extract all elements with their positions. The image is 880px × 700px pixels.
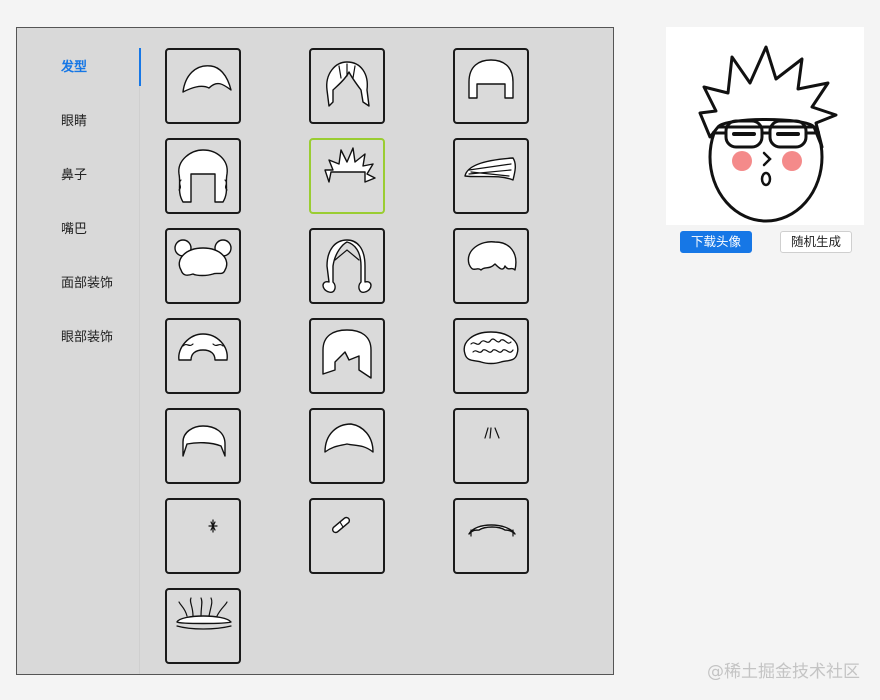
category-eyes[interactable]: 眼睛 [61, 113, 87, 131]
hair-afro-curls-icon[interactable] [453, 318, 529, 394]
hair-side-swept-icon[interactable] [453, 138, 529, 214]
hair-dreads-icon[interactable] [165, 588, 241, 664]
category-hair[interactable]: 发型 [61, 59, 87, 77]
category-sidebar: 发型 眼睛 鼻子 嘴巴 面部装饰 眼部装饰 [17, 28, 142, 674]
hair-messy-short-icon[interactable] [453, 228, 529, 304]
category-face-decoration[interactable]: 面部装饰 [61, 275, 113, 293]
avatar-preview-icon [698, 45, 838, 223]
hair-spiky-icon[interactable] [309, 138, 385, 214]
watermark: @稀土掘金技术社区 [707, 662, 860, 682]
random-generate-button[interactable]: 随机生成 [780, 231, 852, 253]
avatar-editor-panel: 发型 眼睛 鼻子 嘴巴 面部装饰 眼部装饰 [16, 27, 614, 675]
hair-long-curled-icon[interactable] [309, 228, 385, 304]
category-mouth[interactable]: 嘴巴 [61, 221, 87, 239]
hair-bandage-icon[interactable] [309, 498, 385, 574]
sidebar-divider [139, 86, 140, 674]
hair-bowl-cut-icon[interactable] [453, 48, 529, 124]
hair-shaggy-long-icon[interactable] [309, 48, 385, 124]
hair-bob-curly-icon[interactable] [165, 318, 241, 394]
hair-wavy-bang-icon[interactable] [165, 48, 241, 124]
hair-flat-bang-icon[interactable] [309, 408, 385, 484]
avatar-preview [666, 27, 864, 225]
hair-curly-long-icon[interactable] [165, 138, 241, 214]
hair-options-grid [165, 48, 605, 668]
active-category-indicator [139, 48, 141, 86]
download-avatar-button[interactable]: 下载头像 [680, 231, 752, 253]
hair-short-cap-icon[interactable] [165, 408, 241, 484]
hair-few-strands-icon[interactable] [453, 408, 529, 484]
hair-tiny-tuft-icon[interactable] [165, 498, 241, 574]
category-eye-decoration[interactable]: 眼部装饰 [61, 329, 113, 347]
hair-pigtail-buns-icon[interactable] [165, 228, 241, 304]
category-nose[interactable]: 鼻子 [61, 167, 87, 185]
hair-balding-icon[interactable] [453, 498, 529, 574]
hair-straight-bob-icon[interactable] [309, 318, 385, 394]
